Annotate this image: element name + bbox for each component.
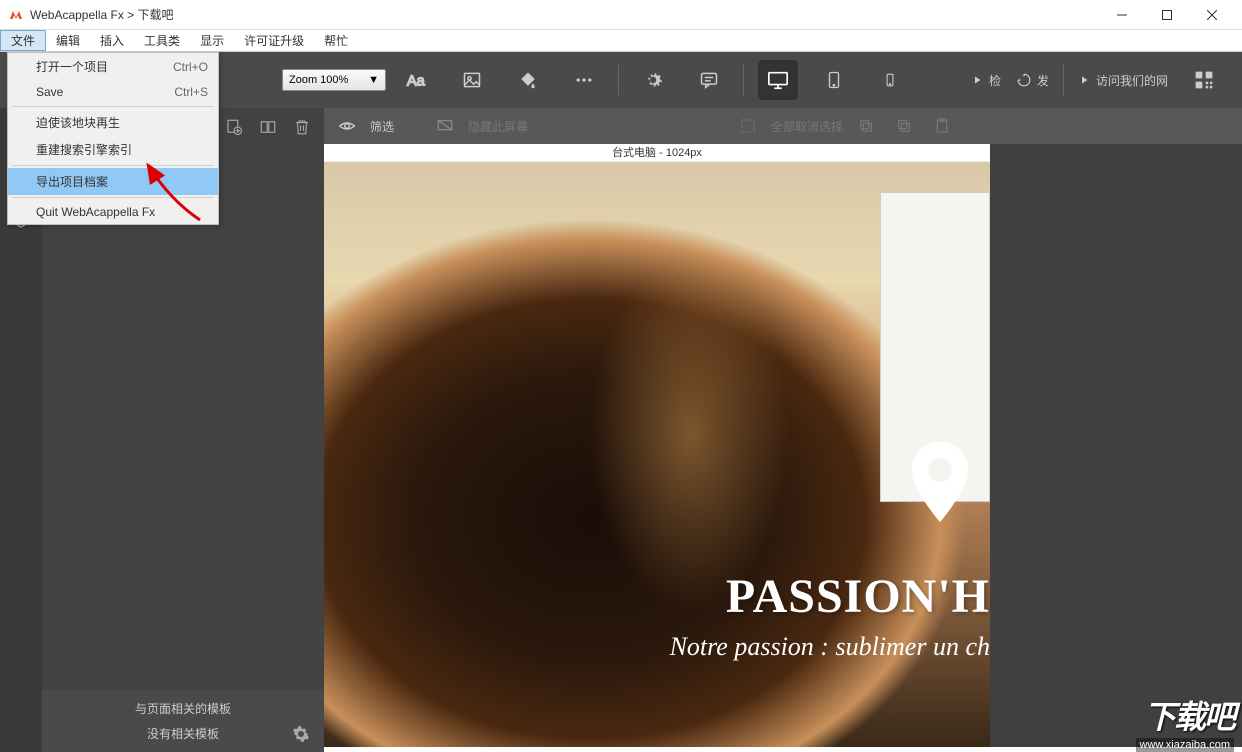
copy-icon[interactable] <box>851 111 881 141</box>
menu-force-regen[interactable]: 迫使该地块再生 <box>8 109 218 136</box>
menu-export-archive[interactable]: 导出项目档案 <box>8 168 218 195</box>
menu-tools[interactable]: 工具类 <box>134 30 190 51</box>
mobile-view-icon[interactable] <box>870 60 910 100</box>
menu-save[interactable]: SaveCtrl+S <box>8 80 218 104</box>
text-tool-icon[interactable]: Aa <box>396 60 436 100</box>
image-tool-icon[interactable] <box>452 60 492 100</box>
svg-text:Aa: Aa <box>407 74 426 90</box>
tablet-view-icon[interactable] <box>814 60 854 100</box>
menu-file[interactable]: 文件 <box>0 30 46 51</box>
deselect-icon[interactable] <box>733 111 763 141</box>
toolbar-separator <box>1063 65 1064 95</box>
add-page-icon[interactable] <box>222 115 246 139</box>
menu-quit[interactable]: Quit WebAcappella Fx <box>8 200 218 224</box>
hide-screen-label[interactable]: 隐藏此屏幕 <box>468 118 528 135</box>
toolbar-separator <box>743 65 744 95</box>
canvas-area: 台式电脑 - 1024px PASSION'H Notre passion : … <box>324 144 990 747</box>
maximize-button[interactable] <box>1144 0 1189 30</box>
close-button[interactable] <box>1189 0 1234 30</box>
comment-icon[interactable] <box>689 60 729 100</box>
file-menu-dropdown: 打开一个项目Ctrl+O SaveCtrl+S 迫使该地块再生 重建搜索引擎索引… <box>7 52 219 225</box>
visit-site-icon[interactable]: 访问我们的网 <box>1078 60 1168 100</box>
sidebar-footer-status: 没有相关模板 <box>147 725 219 742</box>
watermark: 下载吧 www.xiazaiba.com <box>1136 692 1234 752</box>
menu-license[interactable]: 许可证升级 <box>234 30 314 51</box>
menu-help[interactable]: 帮忙 <box>314 30 358 51</box>
window-title: WebAcappella Fx > 下载吧 <box>30 6 1099 23</box>
hero-title: PASSION'H <box>670 569 990 624</box>
screen-toggle-icon[interactable] <box>430 111 460 141</box>
desktop-view-icon[interactable] <box>758 60 798 100</box>
copy2-icon[interactable] <box>889 111 919 141</box>
menu-separator <box>12 106 214 107</box>
filter-label[interactable]: 筛选 <box>370 118 394 135</box>
send-icon[interactable]: 发 <box>1017 60 1049 100</box>
trash-icon[interactable] <box>290 115 314 139</box>
menu-rebuild-index[interactable]: 重建搜索引擎索引 <box>8 136 218 163</box>
sidebar-footer-title: 与页面相关的模板 <box>52 700 314 717</box>
more-tool-icon[interactable] <box>564 60 604 100</box>
menu-view[interactable]: 显示 <box>190 30 234 51</box>
titlebar: WebAcappella Fx > 下载吧 <box>0 0 1242 30</box>
menu-insert[interactable]: 插入 <box>90 30 134 51</box>
right-panel <box>990 144 1242 747</box>
menubar: 文件 编辑 插入 工具类 显示 许可证升级 帮忙 <box>0 30 1242 52</box>
zoom-select[interactable]: Zoom 100% ▼ <box>282 69 386 91</box>
menu-separator <box>12 165 214 166</box>
minimize-button[interactable] <box>1099 0 1144 30</box>
eye-icon[interactable] <box>332 111 362 141</box>
map-pin-icon <box>910 442 970 522</box>
qr-icon[interactable] <box>1184 60 1224 100</box>
deselect-label[interactable]: 全部取消选择 <box>771 118 843 135</box>
toolbar-separator <box>618 65 619 95</box>
settings-icon[interactable] <box>633 60 673 100</box>
canvas-preview[interactable]: PASSION'H Notre passion : sublimer un ch <box>324 162 990 747</box>
paste-icon[interactable] <box>927 111 957 141</box>
chevron-down-icon: ▼ <box>368 74 379 86</box>
app-logo-icon <box>8 7 24 23</box>
menu-separator <box>12 197 214 198</box>
fill-tool-icon[interactable] <box>508 60 548 100</box>
duplicate-icon[interactable] <box>256 115 280 139</box>
device-label: 台式电脑 - 1024px <box>324 144 990 162</box>
zoom-label: Zoom 100% <box>289 74 348 86</box>
menu-edit[interactable]: 编辑 <box>46 30 90 51</box>
hero-subtitle: Notre passion : sublimer un ch <box>670 632 990 662</box>
check-icon[interactable]: 检 <box>971 60 1001 100</box>
menu-open-project[interactable]: 打开一个项目Ctrl+O <box>8 53 218 80</box>
gear-icon[interactable] <box>292 725 310 743</box>
